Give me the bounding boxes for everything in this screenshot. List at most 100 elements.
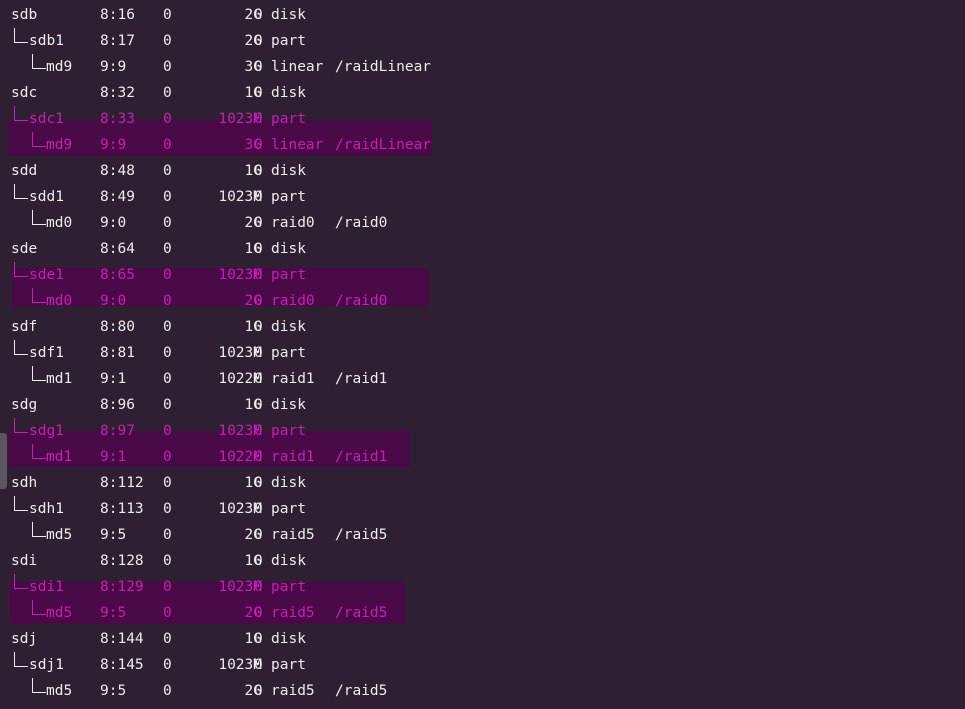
- rm-flag: 0: [163, 85, 172, 101]
- maj-min: 8:128: [100, 553, 144, 569]
- device-size: 2G: [244, 293, 262, 309]
- maj-min: 8:144: [100, 631, 144, 647]
- maj-min: 8:81: [100, 345, 135, 361]
- rm-flag: 0: [163, 111, 172, 127]
- device-name: sdi1: [29, 579, 64, 595]
- table-row: md5 9:5 0 2G 0 raid5/raid5: [0, 522, 965, 548]
- mountpoint: /raidLinear: [335, 59, 432, 75]
- device-name: sdc: [11, 85, 38, 101]
- table-row: md9 9:9 0 3G 0 linear/raidLinear: [0, 132, 965, 158]
- table-row: md0 9:0 0 2G 0 raid0/raid0: [0, 210, 965, 236]
- maj-min: 8:16: [100, 7, 135, 23]
- mountpoint: /raid0: [335, 293, 388, 309]
- device-type: disk: [271, 85, 306, 101]
- ro-flag: 0: [254, 293, 263, 309]
- device-name: sdj: [11, 631, 38, 647]
- table-row: md0 9:0 0 2G 0 raid0/raid0: [0, 288, 965, 314]
- table-row: sdj1 8:145 0 1023M 0 part: [0, 652, 965, 678]
- maj-min: 8:80: [100, 319, 135, 335]
- mountpoint: /raidLinear: [335, 137, 432, 153]
- mountpoint: /raid0: [335, 215, 388, 231]
- device-size: 1G: [244, 85, 262, 101]
- maj-min: 8:129: [100, 579, 144, 595]
- device-size: 2G: [244, 527, 262, 543]
- rm-flag: 0: [163, 475, 172, 491]
- table-row: sdg1 8:97 0 1023M 0 part: [0, 418, 965, 444]
- device-type: raid1: [271, 371, 315, 387]
- table-row: sdg 8:96 0 1G 0 disk: [0, 392, 965, 418]
- maj-min: 8:65: [100, 267, 135, 283]
- device-type: linear: [271, 137, 324, 153]
- device-size: 1023M: [218, 345, 262, 361]
- maj-min: 9:5: [100, 605, 127, 621]
- device-name: sdd: [11, 163, 38, 179]
- ro-flag: 0: [254, 267, 263, 283]
- device-size: 1G: [244, 397, 262, 413]
- device-type: part: [271, 501, 306, 517]
- ro-flag: 0: [254, 371, 263, 387]
- device-name: sdh: [11, 475, 38, 491]
- device-size: 2G: [244, 605, 262, 621]
- table-row: sdb 8:16 0 2G 0 disk: [0, 2, 965, 28]
- rm-flag: 0: [163, 501, 172, 517]
- device-size: 2G: [244, 7, 262, 23]
- mountpoint: /raid1: [335, 371, 388, 387]
- device-type: part: [271, 423, 306, 439]
- device-type: part: [271, 657, 306, 673]
- rm-flag: 0: [163, 631, 172, 647]
- device-name: md5: [46, 527, 73, 543]
- terminal-window[interactable]: sdb 8:16 0 2G 0 disk sdb1 8:17 0 2G 0 part md9 9:9 0 3G…: [0, 0, 965, 709]
- device-name: sdi: [11, 553, 38, 569]
- ro-flag: 0: [254, 527, 263, 543]
- maj-min: 8:97: [100, 423, 135, 439]
- device-size: 1G: [244, 553, 262, 569]
- table-row: sdb1 8:17 0 2G 0 part: [0, 28, 965, 54]
- table-row: sde 8:64 0 1G 0 disk: [0, 236, 965, 262]
- device-type: raid0: [271, 293, 315, 309]
- table-row: md1 9:1 0 1022M 0 raid1/raid1: [0, 444, 965, 470]
- ro-flag: 0: [254, 319, 263, 335]
- table-row: md1 9:1 0 1022M 0 raid1/raid1: [0, 366, 965, 392]
- device-size: 2G: [244, 215, 262, 231]
- ro-flag: 0: [254, 59, 263, 75]
- ro-flag: 0: [254, 111, 263, 127]
- device-size: 1G: [244, 241, 262, 257]
- ro-flag: 0: [254, 501, 263, 517]
- rm-flag: 0: [163, 683, 172, 699]
- mountpoint: /raid5: [335, 527, 388, 543]
- table-row: sdh1 8:113 0 1023M 0 part: [0, 496, 965, 522]
- device-name: md9: [46, 59, 73, 75]
- device-size: 1023M: [218, 423, 262, 439]
- device-type: disk: [271, 475, 306, 491]
- table-row: md5 9:5 0 2G 0 raid5/raid5: [0, 678, 965, 704]
- maj-min: 8:145: [100, 657, 144, 673]
- table-row: sdd1 8:49 0 1023M 0 part: [0, 184, 965, 210]
- device-type: part: [271, 33, 306, 49]
- device-size: 2G: [244, 33, 262, 49]
- table-row: sdi1 8:129 0 1023M 0 part: [0, 574, 965, 600]
- device-type: disk: [271, 397, 306, 413]
- ro-flag: 0: [254, 397, 263, 413]
- rm-flag: 0: [163, 579, 172, 595]
- device-name: sdb1: [29, 33, 64, 49]
- ro-flag: 0: [254, 85, 263, 101]
- device-name: md9: [46, 137, 73, 153]
- rm-flag: 0: [163, 59, 172, 75]
- rm-flag: 0: [163, 241, 172, 257]
- rm-flag: 0: [163, 423, 172, 439]
- device-size: 1023M: [218, 111, 262, 127]
- maj-min: 8:96: [100, 397, 135, 413]
- rm-flag: 0: [163, 605, 172, 621]
- device-type: disk: [271, 7, 306, 23]
- device-type: raid5: [271, 605, 315, 621]
- maj-min: 8:64: [100, 241, 135, 257]
- maj-min: 9:0: [100, 293, 127, 309]
- ro-flag: 0: [254, 423, 263, 439]
- ro-flag: 0: [254, 241, 263, 257]
- device-type: part: [271, 579, 306, 595]
- ro-flag: 0: [254, 449, 263, 465]
- table-row: md5 9:5 0 2G 0 raid5/raid5: [0, 600, 965, 626]
- rm-flag: 0: [163, 163, 172, 179]
- table-row: sdf1 8:81 0 1023M 0 part: [0, 340, 965, 366]
- maj-min: 9:5: [100, 527, 127, 543]
